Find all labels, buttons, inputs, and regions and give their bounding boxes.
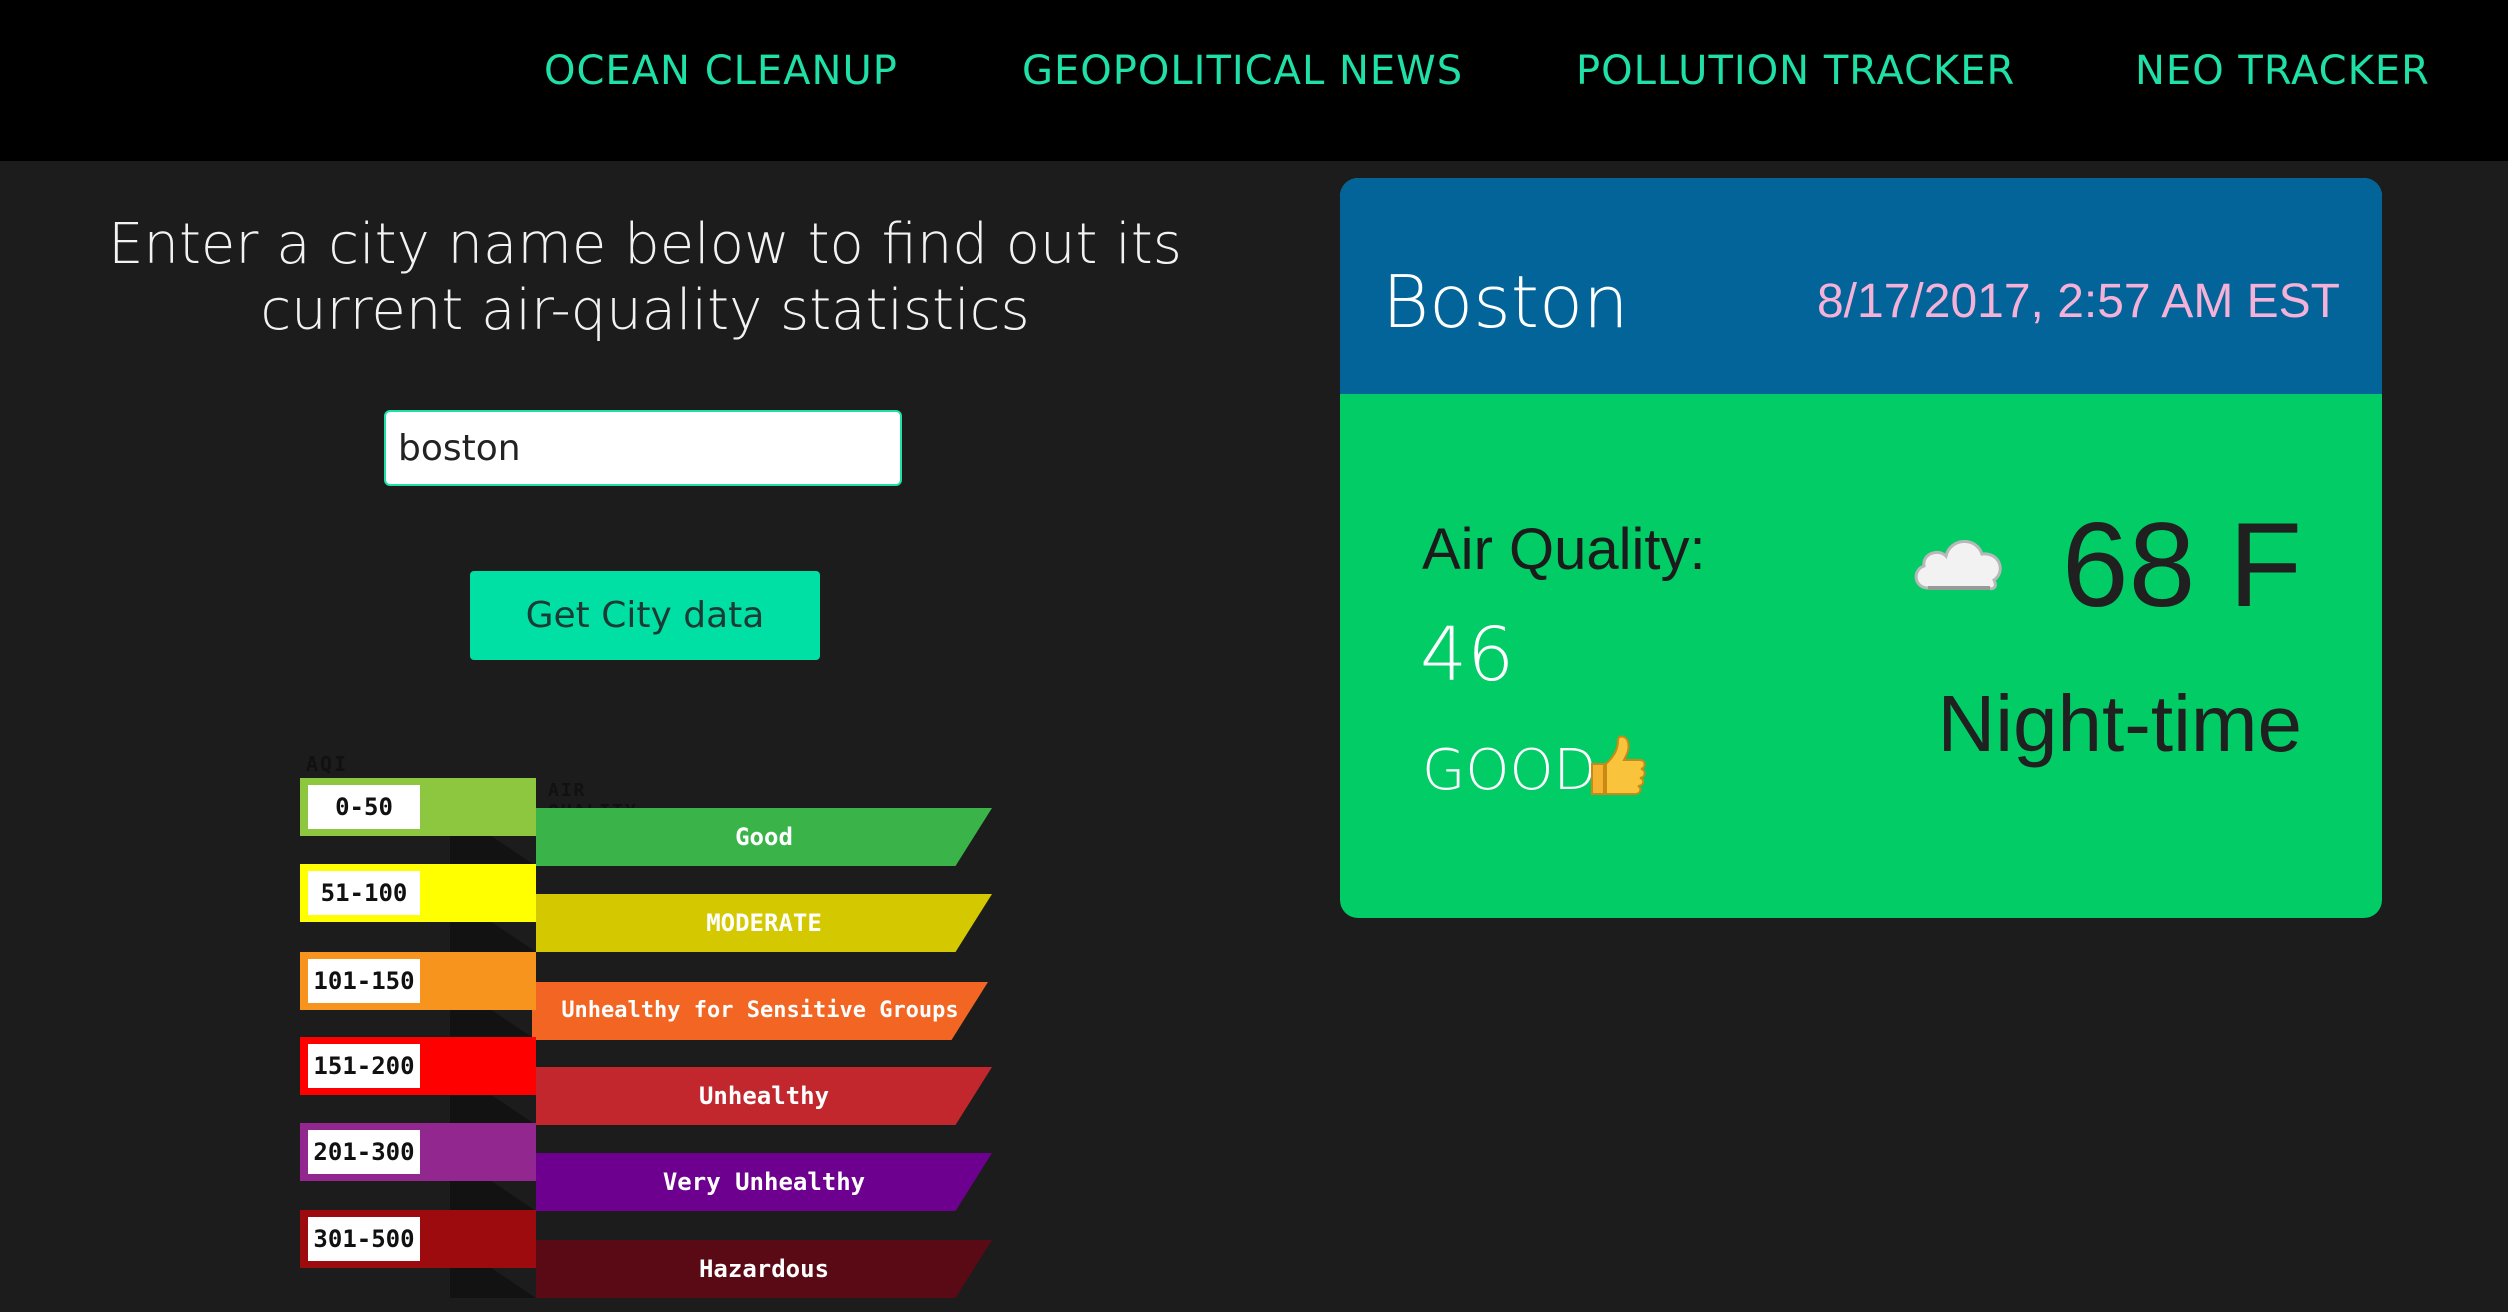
- legend-tab: 301-500: [300, 1210, 536, 1268]
- legend-range: 101-150: [308, 959, 420, 1003]
- card-city-name: Boston: [1382, 260, 1629, 344]
- nav-link-ocean-cleanup[interactable]: OCEAN CLEANUP: [544, 48, 898, 94]
- legend-tab: 101-150: [300, 952, 536, 1010]
- thumbs-up-icon: [1588, 734, 1648, 798]
- cloud-icon: [1910, 528, 2006, 594]
- legend-tab: 51-100: [300, 864, 536, 922]
- legend-range: 201-300: [308, 1130, 420, 1174]
- legend-tab: 151-200: [300, 1037, 536, 1095]
- legend-band: Very Unhealthy: [536, 1153, 992, 1211]
- air-quality-category: GOOD: [1422, 738, 1597, 803]
- legend-tab: 201-300: [300, 1123, 536, 1181]
- temperature: 68 F: [2061, 498, 2302, 632]
- legend-band: Unhealthy: [536, 1067, 992, 1125]
- legend-band: MODERATE: [536, 894, 992, 952]
- legend-range: 301-500: [308, 1217, 420, 1261]
- legend-range: 51-100: [308, 871, 420, 915]
- legend-range: 0-50: [308, 785, 420, 829]
- legend-band: Good: [536, 808, 992, 866]
- card-header: Boston 8/17/2017, 2:57 AM EST: [1340, 178, 2382, 394]
- air-quality-label: Air Quality:: [1422, 517, 1706, 582]
- legend-tab: 0-50: [300, 778, 536, 836]
- legend-band: Unhealthy for Sensitive Groups: [532, 982, 988, 1040]
- card-datetime: 8/17/2017, 2:57 AM EST: [1816, 275, 2340, 328]
- city-result-card: Boston 8/17/2017, 2:57 AM EST Air Qualit…: [1340, 178, 2382, 918]
- nav-link-pollution-tracker[interactable]: POLLUTION TRACKER: [1576, 48, 2015, 94]
- air-quality-value: 46: [1420, 612, 1515, 698]
- time-of-day: Night-time: [1937, 679, 2302, 768]
- nav-link-neo-tracker[interactable]: NEO TRACKER: [2135, 48, 2430, 94]
- nav-link-geopolitical-news[interactable]: GEOPOLITICAL NEWS: [1022, 48, 1463, 94]
- legend-range: 151-200: [308, 1044, 420, 1088]
- get-city-data-button[interactable]: Get City data: [470, 571, 820, 660]
- city-search-input[interactable]: [384, 410, 902, 486]
- search-prompt: Enter a city name below to find out its …: [108, 212, 1182, 343]
- top-navbar: OCEAN CLEANUP GEOPOLITICAL NEWS POLLUTIO…: [0, 0, 2508, 161]
- legend-band: Hazardous: [536, 1240, 992, 1298]
